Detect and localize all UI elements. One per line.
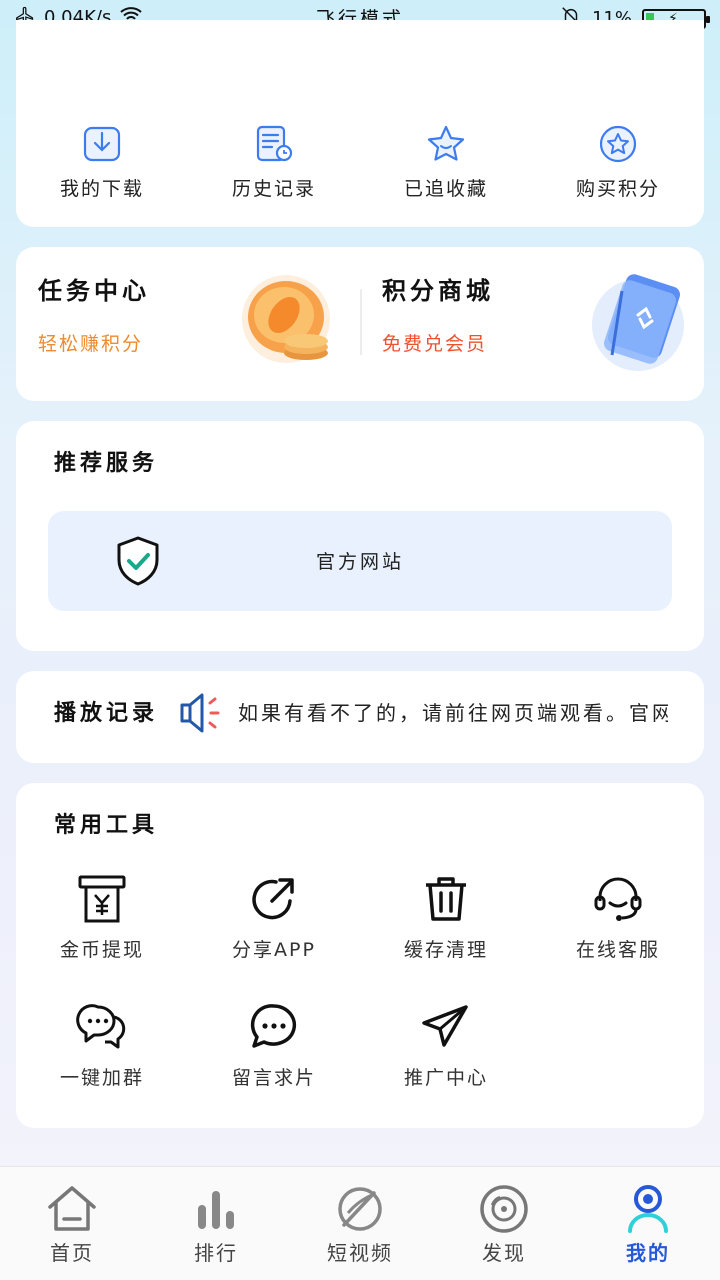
coin-stack-icon [242,275,330,363]
tab-short-video[interactable]: 短视频 [288,1167,432,1280]
tab-home[interactable]: 首页 [0,1167,144,1280]
official-website-button[interactable]: 官方网站 [48,511,672,611]
request-movie-button[interactable]: 留言求片 [188,1001,360,1090]
ticket-card-icon [592,274,684,371]
common-tools-card: 常用工具 金币提现 分享APP 缓存清理 在线客服 一键加群 留言求片 推广中心 [16,783,704,1128]
speaker-icon [180,693,220,733]
share-app-button[interactable]: 分享APP [188,873,360,962]
tab-profile[interactable]: 我的 [576,1167,720,1280]
favorites-button[interactable]: 已追收藏 [360,124,532,201]
tools-title: 常用工具 [54,813,159,838]
tool-label: 留言求片 [231,1067,316,1089]
join-group-button[interactable]: 一键加群 [16,1001,188,1090]
quick-label: 历史记录 [231,178,316,200]
share-icon [252,878,294,920]
tool-label: 分享APP [232,939,316,961]
quick-actions-card: 我的下载 历史记录 已追收藏 购买积分 [16,20,704,227]
tool-label: 一键加群 [59,1067,144,1089]
tab-label: 首页 [50,1241,94,1265]
message-icon [250,1004,297,1048]
tool-label: 推广中心 [403,1067,488,1089]
tab-ranking[interactable]: 排行 [144,1167,288,1280]
tab-label: 发现 [482,1241,526,1265]
coin-withdraw-button[interactable]: 金币提现 [16,873,188,962]
play-record-title: 播放记录 [54,701,159,726]
tool-label: 缓存清理 [403,939,488,961]
clear-cache-button[interactable]: 缓存清理 [360,873,532,962]
discover-icon [480,1185,528,1233]
quick-label: 已追收藏 [403,178,488,200]
notice-marquee: 如果有看不了的，请前往网页端观看。官网 [238,701,668,725]
recommended-title: 推荐服务 [54,451,159,476]
task-center-title: 任务中心 [38,277,150,305]
star-icon [427,125,465,161]
tool-label: 在线客服 [575,939,660,961]
tab-label: 我的 [626,1241,670,1265]
task-center-subtitle: 轻松赚积分 [38,333,144,355]
history-button[interactable]: 历史记录 [188,124,360,201]
points-mall-title: 积分商城 [382,277,494,305]
points-mall-button[interactable]: 积分商城 免费兑会员 [360,247,704,401]
tab-label: 排行 [194,1241,238,1265]
short-video-icon [338,1187,382,1231]
group-chat-icon [76,1004,126,1049]
quick-label: 我的下载 [59,178,144,200]
tool-label: 金币提现 [59,939,144,961]
play-record-card[interactable]: 播放记录 如果有看不了的，请前往网页端观看。官网 [16,671,704,763]
task-mall-card: 任务中心 轻松赚积分 积分商城 免费兑会员 [16,247,704,401]
tab-discover[interactable]: 发现 [432,1167,576,1280]
home-icon [48,1186,96,1231]
official-website-label: 官方网站 [315,551,404,573]
quick-label: 购买积分 [575,178,660,200]
online-support-button[interactable]: 在线客服 [532,873,704,962]
ranking-icon [198,1191,234,1229]
send-icon [422,1005,468,1047]
coin-withdraw-icon [78,875,126,923]
promotion-center-button[interactable]: 推广中心 [360,1001,532,1090]
bottom-tab-bar: 首页 排行 短视频 发现 我的 [0,1166,720,1280]
my-downloads-button[interactable]: 我的下载 [16,124,188,201]
tab-label: 短视频 [327,1241,393,1265]
download-icon [83,126,121,162]
profile-icon [628,1185,668,1233]
star-circle-icon [599,125,637,163]
history-icon [256,125,293,162]
headset-icon [594,877,642,921]
task-center-button[interactable]: 任务中心 轻松赚积分 [16,247,360,401]
recommended-services-card: 推荐服务 官方网站 [16,421,704,651]
buy-points-button[interactable]: 购买积分 [532,124,704,201]
trash-icon [426,877,466,921]
points-mall-subtitle: 免费兑会员 [382,333,488,355]
